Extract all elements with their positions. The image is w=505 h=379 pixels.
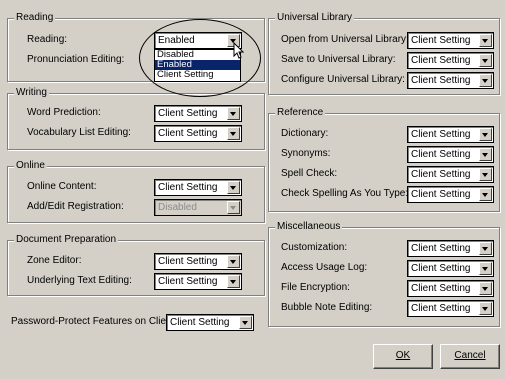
chevron-down-icon[interactable] — [227, 127, 240, 140]
zone-editor-value: Client Setting — [158, 256, 218, 267]
chevron-down-icon[interactable] — [479, 74, 492, 87]
reading-label: Reading: — [27, 34, 68, 45]
password-protect-value: Client Setting — [170, 317, 230, 328]
chevron-down-icon[interactable] — [479, 262, 492, 275]
bubble-note-editing-value: Client Setting — [411, 303, 471, 314]
access-usage-log-value: Client Setting — [411, 263, 471, 274]
open-universal-library-label: Open from Universal Library: — [281, 34, 409, 45]
chevron-down-icon[interactable] — [479, 54, 492, 67]
chevron-down-icon[interactable] — [479, 282, 492, 295]
chevron-down-icon[interactable] — [479, 242, 492, 255]
cancel-button[interactable]: Cancel — [440, 344, 500, 369]
bubble-note-editing-label: Bubble Note Editing: — [281, 302, 373, 313]
save-universal-library-label: Save to Universal Library: — [281, 54, 396, 65]
chevron-down-icon[interactable] — [227, 181, 240, 194]
chevron-down-icon[interactable] — [479, 188, 492, 201]
chevron-down-icon[interactable] — [239, 316, 252, 329]
word-prediction-select[interactable]: Client Setting — [154, 105, 242, 122]
online-legend: Online — [14, 160, 47, 172]
customization-value: Client Setting — [411, 243, 471, 254]
online-content-select[interactable]: Client Setting — [154, 179, 242, 196]
add-edit-registration-value: Disabled — [158, 202, 197, 213]
vocabulary-list-label: Vocabulary List Editing: — [27, 127, 131, 138]
vocabulary-list-value: Client Setting — [158, 128, 218, 139]
synonyms-value: Client Setting — [411, 149, 471, 160]
chevron-down-icon[interactable] — [479, 302, 492, 315]
spell-check-select[interactable]: Client Setting — [407, 166, 494, 183]
customization-select[interactable]: Client Setting — [407, 240, 494, 257]
synonyms-label: Synonyms: — [281, 148, 331, 159]
reading-select-value: Enabled — [158, 35, 195, 46]
dictionary-label: Dictionary: — [281, 128, 329, 139]
add-edit-registration-label: Add/Edit Registration: — [27, 201, 124, 212]
save-universal-library-value: Client Setting — [411, 55, 471, 66]
chevron-down-icon[interactable] — [227, 107, 240, 120]
reading-dropdown-list[interactable]: Disabled Enabled Client Setting — [154, 49, 241, 82]
online-content-label: Online Content: — [27, 181, 97, 192]
reading-legend: Reading — [14, 12, 56, 24]
chevron-down-icon — [227, 201, 240, 214]
writing-legend: Writing — [14, 87, 49, 99]
configure-universal-library-label: Configure Universal Library: — [281, 74, 405, 85]
reading-select[interactable]: Enabled — [154, 32, 242, 49]
save-universal-library-select[interactable]: Client Setting — [407, 52, 494, 69]
word-prediction-value: Client Setting — [158, 108, 218, 119]
file-encryption-label: File Encryption: — [281, 282, 350, 293]
miscellaneous-legend: Miscellaneous — [275, 221, 343, 233]
chevron-down-icon[interactable] — [479, 168, 492, 181]
underlying-text-select[interactable]: Client Setting — [154, 273, 242, 290]
open-universal-library-value: Client Setting — [411, 35, 471, 46]
document-preparation-legend: Document Preparation — [14, 234, 119, 246]
mouse-pointer-icon — [233, 42, 245, 59]
ok-button-label: OK — [395, 350, 411, 361]
customization-label: Customization: — [281, 242, 348, 253]
spell-as-you-type-label: Check Spelling As You Type: — [281, 188, 409, 199]
add-edit-registration-select: Disabled — [154, 199, 242, 216]
chevron-down-icon[interactable] — [227, 255, 240, 268]
access-usage-log-select[interactable]: Client Setting — [407, 260, 494, 277]
spell-as-you-type-select[interactable]: Client Setting — [407, 186, 494, 203]
spell-check-value: Client Setting — [411, 169, 471, 180]
reference-legend: Reference — [275, 107, 326, 119]
password-protect-select[interactable]: Client Setting — [166, 314, 254, 331]
ok-button[interactable]: OK — [373, 344, 433, 369]
bubble-note-editing-select[interactable]: Client Setting — [407, 300, 494, 317]
zone-editor-label: Zone Editor: — [27, 255, 82, 266]
cancel-button-label: Cancel — [454, 350, 486, 361]
spell-as-you-type-value: Client Setting — [411, 189, 471, 200]
synonyms-select[interactable]: Client Setting — [407, 146, 494, 163]
dictionary-value: Client Setting — [411, 129, 471, 140]
dictionary-select[interactable]: Client Setting — [407, 126, 494, 143]
chevron-down-icon[interactable] — [227, 275, 240, 288]
chevron-down-icon[interactable] — [479, 148, 492, 161]
open-universal-library-select[interactable]: Client Setting — [407, 32, 494, 49]
universal-library-legend: Universal Library — [275, 12, 355, 24]
chevron-down-icon[interactable] — [479, 34, 492, 47]
file-encryption-value: Client Setting — [411, 283, 471, 294]
zone-editor-select[interactable]: Client Setting — [154, 253, 242, 270]
underlying-text-value: Client Setting — [158, 276, 218, 287]
option-client-setting[interactable]: Client Setting — [155, 70, 240, 80]
online-content-value: Client Setting — [158, 182, 218, 193]
vocabulary-list-select[interactable]: Client Setting — [154, 125, 242, 142]
pronunciation-editing-label: Pronunciation Editing: — [27, 54, 125, 65]
spell-check-label: Spell Check: — [281, 168, 338, 179]
password-protect-label: Password-Protect Features on Client: — [11, 316, 178, 327]
chevron-down-icon[interactable] — [479, 128, 492, 141]
file-encryption-select[interactable]: Client Setting — [407, 280, 494, 297]
configure-universal-library-value: Client Setting — [411, 75, 471, 86]
underlying-text-label: Underlying Text Editing: — [27, 275, 132, 286]
configure-universal-library-select[interactable]: Client Setting — [407, 72, 494, 89]
access-usage-log-label: Access Usage Log: — [281, 262, 368, 273]
word-prediction-label: Word Prediction: — [27, 107, 101, 118]
